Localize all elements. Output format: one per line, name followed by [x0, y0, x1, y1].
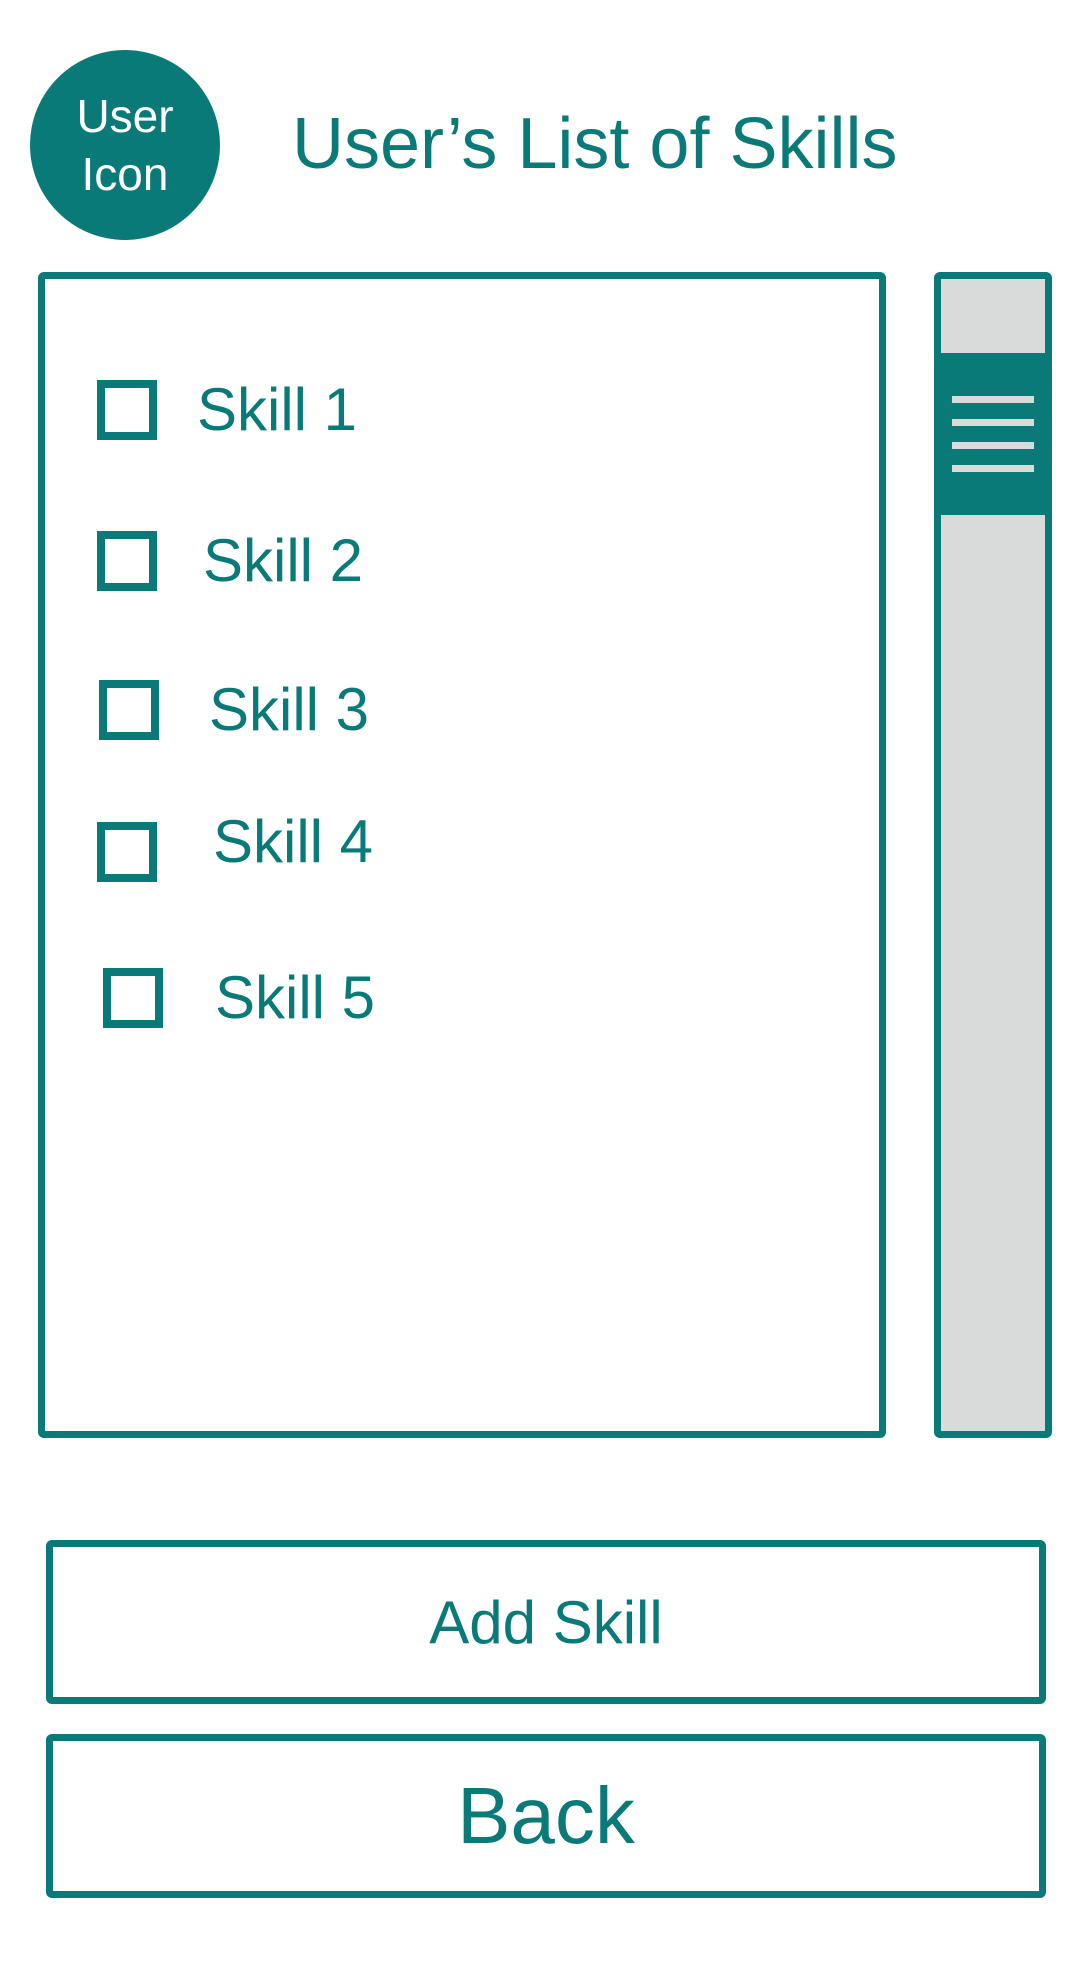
scroll-grip-line-4 [952, 465, 1034, 472]
skill-item-3[interactable]: Skill 3 [99, 675, 369, 745]
skills-list-panel: Skill 1 Skill 2 Skill 3 Skill 4 Skill 5 [38, 272, 886, 1438]
add-skill-button[interactable]: Add Skill [46, 1540, 1046, 1704]
skill-label-2: Skill 2 [203, 527, 364, 594]
page-title: User’s List of Skills [292, 104, 898, 184]
skill-label-3: Skill 3 [209, 676, 370, 743]
skill-checkbox-2[interactable] [97, 531, 157, 591]
skill-item-4[interactable]: Skill 4 [97, 808, 373, 887]
scroll-grip-line-3 [952, 442, 1034, 449]
back-button[interactable]: Back [46, 1734, 1046, 1898]
skill-label-1: Skill 1 [197, 376, 358, 443]
scrollbar-thumb[interactable] [941, 353, 1045, 515]
skill-item-2[interactable]: Skill 2 [97, 526, 363, 596]
user-avatar-icon[interactable]: User Icon [30, 50, 220, 240]
avatar-label-line2: Icon [81, 148, 169, 200]
skill-checkbox-1[interactable] [97, 380, 157, 440]
skill-item-5[interactable]: Skill 5 [103, 963, 375, 1033]
skill-label-4: Skill 4 [213, 808, 374, 875]
skill-label-5: Skill 5 [215, 964, 376, 1031]
avatar-label-line1: User [76, 90, 174, 142]
scroll-grip-line-2 [952, 419, 1034, 426]
skill-item-1[interactable]: Skill 1 [97, 375, 357, 445]
skill-checkbox-5[interactable] [103, 968, 163, 1028]
vertical-scrollbar[interactable] [934, 272, 1052, 1438]
skill-checkbox-4[interactable] [97, 822, 157, 882]
skill-checkbox-3[interactable] [99, 680, 159, 740]
scroll-grip-line-1 [952, 396, 1034, 403]
